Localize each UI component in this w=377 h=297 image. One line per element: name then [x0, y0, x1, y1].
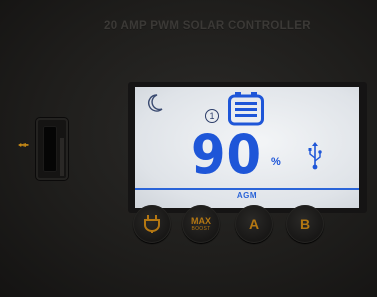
max-boost-button[interactable]: MAX BOOST [182, 205, 220, 243]
boost-label: BOOST [191, 226, 211, 232]
lcd-display: 1 90 % AGM [135, 87, 359, 208]
mode-divider [135, 188, 359, 190]
reading-unit: % [271, 156, 281, 168]
controller-panel: 20 AMP PWM SOLAR CONTROLLER ⭻ 1 90 % AGM… [0, 0, 377, 297]
power-button[interactable] [133, 205, 171, 243]
moon-icon [148, 94, 163, 112]
product-title: 20 AMP PWM SOLAR CONTROLLER [104, 20, 311, 32]
battery-type-label: AGM [236, 191, 258, 200]
usb-icon [308, 142, 322, 170]
a-button[interactable]: A [235, 205, 273, 243]
usb-port[interactable] [36, 118, 68, 180]
a-label: A [248, 216, 260, 232]
usb-indicator-icon: ⭻ [15, 142, 33, 148]
usb-port-slot [43, 126, 64, 176]
b-label: B [299, 216, 311, 232]
max-label: MAX [191, 216, 211, 226]
reading-value: 90 [191, 123, 262, 186]
status-number: 1 [205, 109, 219, 123]
usb-port-tongue [60, 138, 64, 176]
b-button[interactable]: B [286, 205, 324, 243]
power-plug-icon [144, 215, 160, 233]
battery-icon [228, 92, 264, 126]
